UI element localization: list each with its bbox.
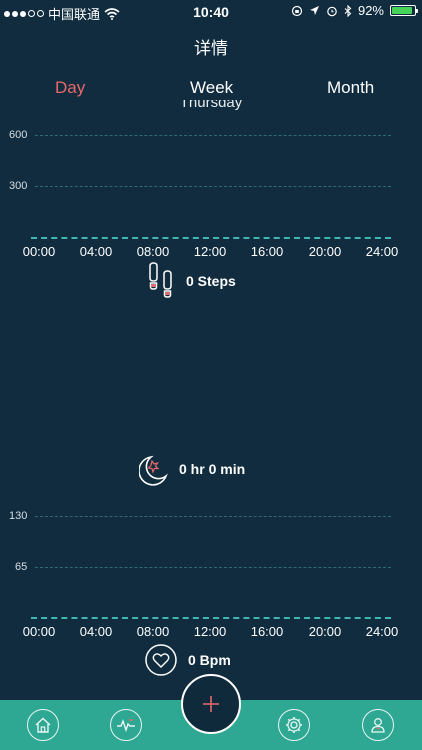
heart-rate-summary: 0 Bpm — [144, 644, 231, 676]
activity-chart-icon[interactable] — [110, 709, 142, 741]
heart-x-tick: 12:00 — [193, 624, 227, 639]
steps-grid-line-300 — [35, 186, 391, 187]
heart-x-tick: 08:00 — [136, 624, 170, 639]
heart-x-tick: 24:00 — [365, 624, 399, 639]
steps-x-tick: 24:00 — [365, 244, 399, 259]
steps-chart: 600 300 00:00 04:00 08:00 12:00 16:00 20… — [0, 120, 422, 260]
battery-percent: 92% — [357, 3, 384, 18]
steps-x-tick: 00:00 — [22, 244, 56, 259]
tab-week[interactable]: Week — [190, 78, 233, 98]
tab-day[interactable]: Day — [55, 78, 85, 98]
steps-grid-line-600 — [35, 135, 391, 136]
sleep-duration: 0 hr 0 min — [179, 461, 246, 477]
gear-icon[interactable] — [278, 709, 310, 741]
period-tabs: Day Week Month — [0, 78, 422, 100]
heart-baseline — [31, 617, 391, 619]
bluetooth-icon — [344, 4, 352, 17]
sleep-moon-icon — [139, 455, 168, 486]
steps-x-tick: 20:00 — [308, 244, 342, 259]
day-label: Thursday — [0, 100, 422, 116]
heart-rate-chart: 130 65 00:00 04:00 08:00 12:00 16:00 20:… — [0, 500, 422, 640]
heart-x-tick: 16:00 — [250, 624, 284, 639]
steps-x-tick: 16:00 — [250, 244, 284, 259]
footprints-icon — [149, 262, 172, 298]
heart-grid-line-65 — [35, 567, 391, 568]
alarm-icon — [327, 6, 337, 16]
heart-y-tick-130: 130 — [9, 510, 28, 522]
steps-y-tick-300: 300 — [9, 180, 28, 192]
location-arrow-icon — [309, 6, 319, 15]
battery-icon — [390, 5, 418, 16]
steps-count: 0 Steps — [186, 273, 236, 289]
steps-x-tick: 04:00 — [79, 244, 113, 259]
home-icon[interactable] — [27, 709, 59, 741]
steps-x-tick: 08:00 — [136, 244, 170, 259]
steps-summary: 0 Steps — [146, 262, 236, 300]
heart-y-tick-65: 65 — [15, 561, 28, 573]
add-button[interactable] — [181, 674, 241, 734]
heart-x-tick: 00:00 — [22, 624, 56, 639]
page-title: 详情 — [194, 39, 228, 58]
heart-x-tick: 20:00 — [308, 624, 342, 639]
user-icon[interactable] — [362, 709, 394, 741]
heart-rate-value: 0 Bpm — [188, 652, 231, 668]
heart-x-tick: 04:00 — [79, 624, 113, 639]
rotation-lock-icon — [291, 5, 303, 16]
steps-x-tick: 12:00 — [193, 244, 227, 259]
steps-y-tick-600: 600 — [9, 129, 28, 141]
status-bar: 中国联通 10:40 92% — [0, 0, 422, 22]
sleep-summary: 0 hr 0 min — [139, 452, 245, 486]
add-icon — [203, 696, 219, 712]
day-label-text: Thursday — [179, 100, 243, 111]
steps-baseline — [31, 237, 391, 239]
tab-month[interactable]: Month — [327, 78, 374, 98]
status-right: 92% — [291, 3, 418, 18]
heart-grid-line-130 — [35, 516, 391, 517]
heart-icon — [145, 644, 177, 676]
